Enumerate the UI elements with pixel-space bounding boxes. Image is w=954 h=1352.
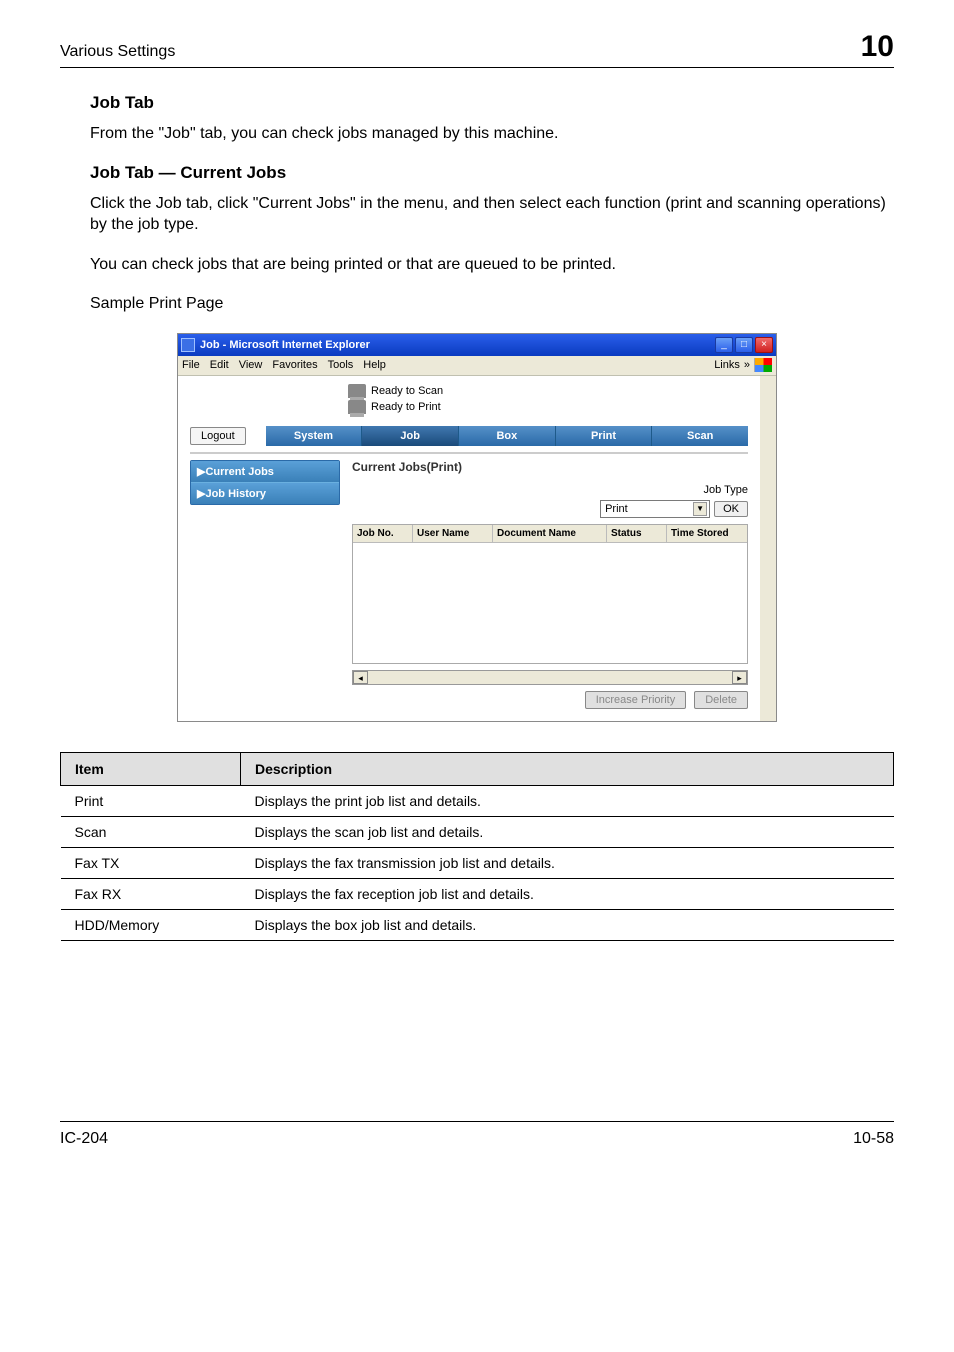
- cell-item: Fax RX: [61, 878, 241, 909]
- menu-help[interactable]: Help: [363, 359, 386, 371]
- heading-current-jobs: Job Tab — Current Jobs: [90, 163, 894, 183]
- scanner-icon: [348, 384, 366, 398]
- minimize-button[interactable]: _: [715, 337, 733, 353]
- para-jobtab-intro: From the "Job" tab, you can check jobs m…: [90, 123, 894, 145]
- page-footer: IC-204 10-58: [60, 1121, 894, 1148]
- sidebar-current-jobs[interactable]: ▶Current Jobs: [191, 461, 339, 482]
- cell-item: Fax TX: [61, 847, 241, 878]
- menu-tools[interactable]: Tools: [328, 359, 354, 371]
- menu-edit[interactable]: Edit: [210, 359, 229, 371]
- screenshot-window: Job - Microsoft Internet Explorer _ □ × …: [177, 333, 777, 722]
- header-chapter-number: 10: [861, 30, 894, 64]
- cell-item: Print: [61, 785, 241, 816]
- tab-job[interactable]: Job: [362, 426, 459, 446]
- table-row: Fax TX Displays the fax transmission job…: [61, 847, 894, 878]
- tab-box[interactable]: Box: [459, 426, 556, 446]
- maximize-button[interactable]: □: [735, 337, 753, 353]
- para-currentjobs-1: Click the Job tab, click "Current Jobs" …: [90, 193, 894, 236]
- sidebar-job-history[interactable]: ▶Job History: [191, 482, 339, 504]
- close-button[interactable]: ×: [755, 337, 773, 353]
- cell-desc: Displays the scan job list and details.: [241, 816, 894, 847]
- para-currentjobs-2: You can check jobs that are being printe…: [90, 254, 894, 276]
- table-body-empty: [353, 543, 747, 658]
- scroll-left-icon[interactable]: ◂: [353, 671, 368, 684]
- menu-links[interactable]: Links: [714, 359, 740, 371]
- ie-icon: [181, 338, 195, 352]
- menu-bar: File Edit View Favorites Tools Help Link…: [178, 356, 776, 376]
- jobtype-select[interactable]: Print ▼: [600, 500, 710, 518]
- col-status: Status: [607, 525, 667, 543]
- col-timestored: Time Stored: [667, 525, 747, 543]
- cell-desc: Displays the fax transmission job list a…: [241, 847, 894, 878]
- cell-item: Scan: [61, 816, 241, 847]
- footer-page-number: 10-58: [853, 1130, 894, 1148]
- table-row: HDD/Memory Displays the box job list and…: [61, 909, 894, 940]
- col-docname: Document Name: [493, 525, 607, 543]
- page-header: Various Settings 10: [60, 30, 894, 68]
- header-section-title: Various Settings: [60, 43, 175, 61]
- job-table: Job No. User Name Document Name Status T…: [352, 524, 748, 664]
- status-scan: Ready to Scan: [371, 385, 443, 397]
- menu-favorites[interactable]: Favorites: [272, 359, 317, 371]
- table-row: Scan Displays the scan job list and deta…: [61, 816, 894, 847]
- cell-item: HDD/Memory: [61, 909, 241, 940]
- tab-scan[interactable]: Scan: [652, 426, 748, 446]
- increase-priority-button[interactable]: Increase Priority: [585, 691, 686, 709]
- windows-flag-icon: [754, 358, 772, 372]
- status-area: Ready to Scan Ready to Print: [178, 376, 760, 426]
- jobtype-label: Job Type: [704, 484, 748, 496]
- th-description: Description: [241, 752, 894, 785]
- heading-job-tab: Job Tab: [90, 93, 894, 113]
- description-table: Item Description Print Displays the prin…: [60, 752, 894, 941]
- tab-print[interactable]: Print: [556, 426, 653, 446]
- table-row: Fax RX Displays the fax reception job li…: [61, 878, 894, 909]
- chevron-down-icon: ▼: [693, 502, 707, 516]
- col-username: User Name: [413, 525, 493, 543]
- status-print: Ready to Print: [371, 401, 441, 413]
- logout-button[interactable]: Logout: [190, 427, 246, 445]
- th-item: Item: [61, 752, 241, 785]
- cell-desc: Displays the box job list and details.: [241, 909, 894, 940]
- window-title: Job - Microsoft Internet Explorer: [200, 339, 370, 351]
- table-row: Print Displays the print job list and de…: [61, 785, 894, 816]
- scroll-right-icon[interactable]: ▸: [732, 671, 747, 684]
- menu-view[interactable]: View: [239, 359, 263, 371]
- menu-file[interactable]: File: [182, 359, 200, 371]
- panel-title: Current Jobs(Print): [352, 460, 748, 474]
- cell-desc: Displays the fax reception job list and …: [241, 878, 894, 909]
- tab-system[interactable]: System: [266, 426, 363, 446]
- col-jobno: Job No.: [353, 525, 413, 543]
- para-sample-print: Sample Print Page: [90, 293, 894, 315]
- divider: [190, 452, 748, 454]
- window-titlebar: Job - Microsoft Internet Explorer _ □ ×: [178, 334, 776, 356]
- printer-icon: [348, 400, 366, 414]
- jobtype-select-value: Print: [605, 503, 628, 515]
- cell-desc: Displays the print job list and details.: [241, 785, 894, 816]
- delete-button[interactable]: Delete: [694, 691, 748, 709]
- horizontal-scrollbar[interactable]: ◂ ▸: [352, 670, 748, 685]
- ok-button[interactable]: OK: [714, 501, 748, 517]
- footer-model: IC-204: [60, 1130, 108, 1148]
